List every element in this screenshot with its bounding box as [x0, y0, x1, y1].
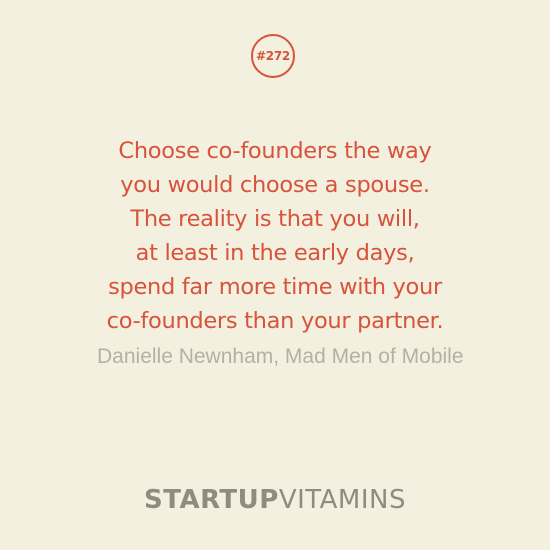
- brand-logo: STARTUPVITAMINS: [0, 484, 550, 516]
- quote-number: #272: [256, 49, 290, 63]
- quote-line: co-founders than your partner.: [106, 308, 444, 334]
- quote-line: spend far more time with your: [108, 274, 442, 300]
- quote-line: you would choose a spouse.: [120, 172, 430, 198]
- quote-line: Choose co-founders the way: [118, 138, 432, 164]
- brand-logo-part-vitamins: VITAMINS: [278, 485, 406, 515]
- quote-number-badge: #272: [251, 34, 295, 78]
- quote-text: Choose co-founders the way you would cho…: [0, 134, 550, 338]
- quote-attribution: Danielle Newnham, Mad Men of Mobile: [97, 345, 464, 368]
- quote-line: The reality is that you will,: [130, 206, 420, 232]
- brand-logo-part-startup: STARTUP: [144, 485, 279, 515]
- quote-line: at least in the early days,: [135, 240, 415, 266]
